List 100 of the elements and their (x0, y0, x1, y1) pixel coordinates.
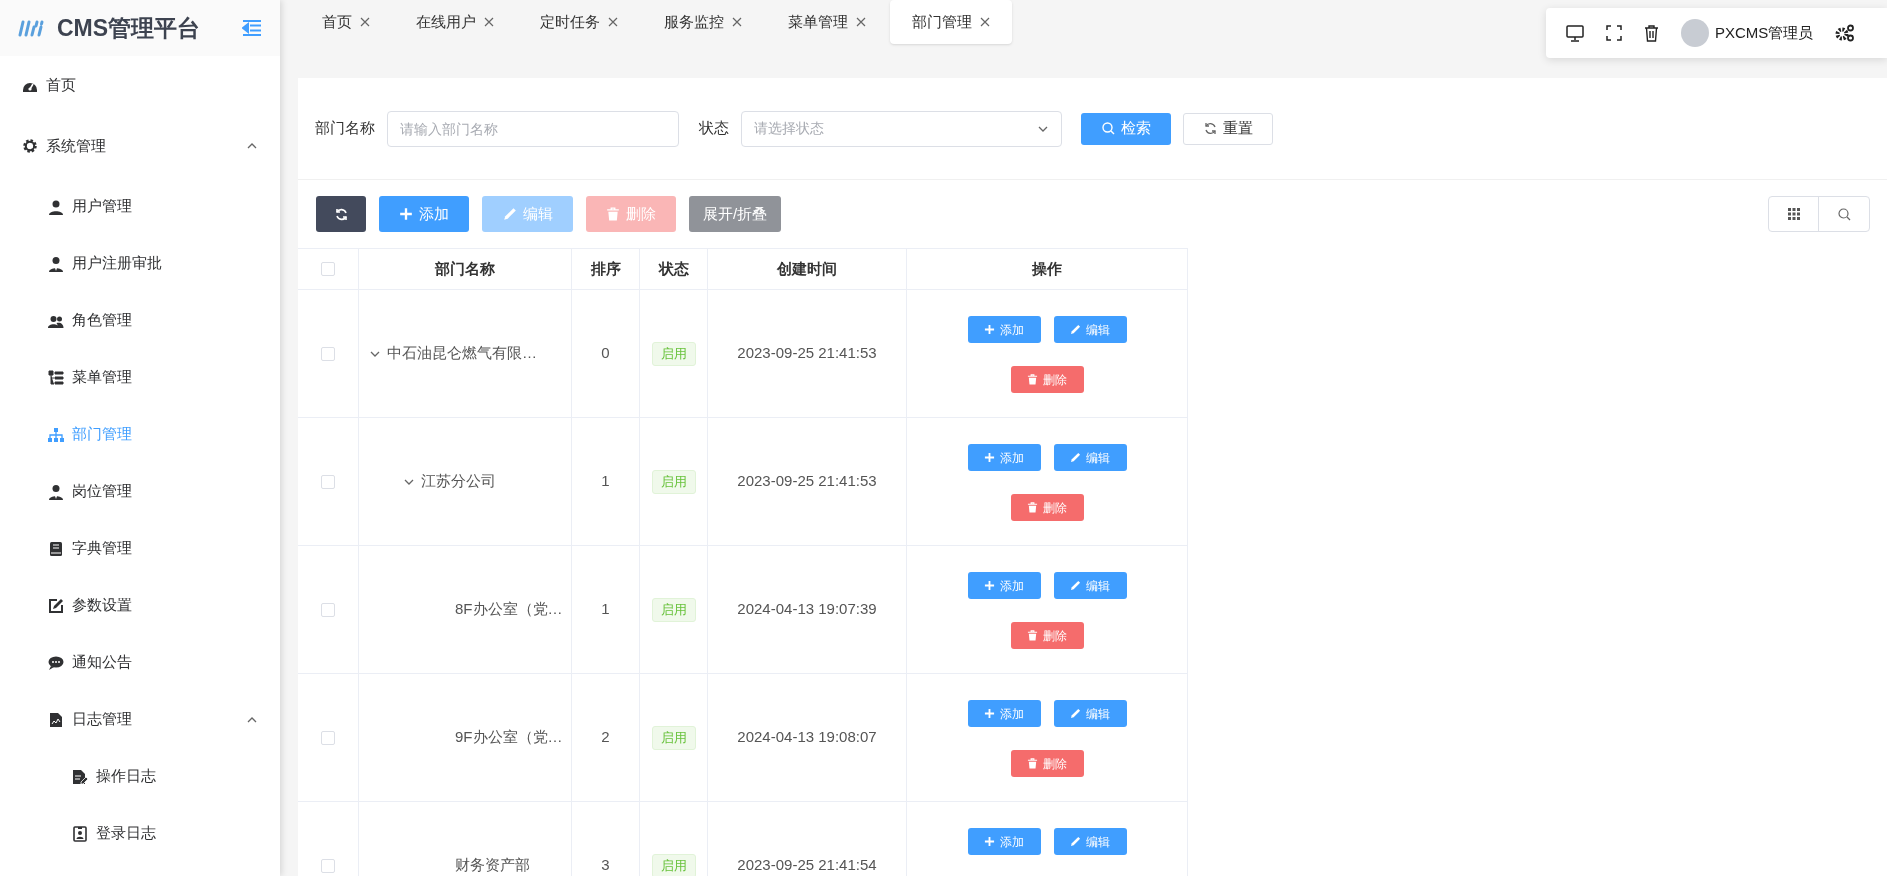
search-icon (1837, 207, 1851, 221)
table-cell-text: 9F办公室（党… (455, 727, 563, 748)
sidebar-item[interactable]: 角色管理 (0, 292, 280, 349)
monitor-icon (1566, 24, 1584, 42)
avatar[interactable] (1681, 19, 1709, 47)
column-header: 状态 (640, 249, 708, 289)
user-name[interactable]: PXCMS管理员 (1715, 21, 1814, 45)
pencil-icon (1070, 324, 1081, 335)
table-cell-text: 财务资产部 (455, 855, 530, 876)
pencil-icon (1070, 708, 1081, 719)
tab[interactable]: 在线用户 (394, 0, 516, 44)
search-icon (1101, 122, 1115, 135)
pencil-icon (1070, 580, 1081, 591)
trash-icon (1027, 630, 1038, 641)
plus-icon (984, 452, 995, 463)
collapse-menu-icon (242, 20, 262, 36)
sidebar-item[interactable]: 操作日志 (0, 748, 280, 805)
column-header: 操作 (907, 249, 1188, 289)
table-cell-text: 2024-04-13 19:07:39 (737, 599, 877, 620)
document-pen-icon (72, 768, 88, 785)
tab[interactable]: 部门管理 (890, 0, 1012, 44)
refresh-button[interactable] (316, 196, 366, 232)
column-header: 部门名称 (359, 249, 572, 289)
table-cell-text: 1 (601, 599, 610, 620)
sidebar-item[interactable]: 字典管理 (0, 520, 280, 577)
field-label: 状态 (699, 118, 729, 139)
list-tree-icon (48, 369, 64, 386)
table-cell-text: 2023-09-25 21:41:53 (737, 471, 877, 492)
tab[interactable]: 定时任务 (518, 0, 640, 44)
tab[interactable]: 菜单管理 (766, 0, 888, 44)
table-cell-text: 2024-04-13 19:08:07 (737, 727, 877, 748)
sitemap-icon (48, 426, 64, 443)
trash-icon (606, 207, 620, 221)
table-cell-text: 2023-09-25 21:41:53 (737, 343, 877, 364)
book-icon (48, 540, 64, 557)
id-badge-icon (72, 825, 88, 842)
table-cell-text: 2 (601, 727, 610, 748)
sidebar-item[interactable]: 系统管理 (0, 114, 280, 178)
trash-icon (1644, 24, 1659, 42)
field-label: 部门名称 (315, 118, 375, 139)
tab[interactable]: 服务监控 (642, 0, 764, 44)
close-icon (484, 17, 494, 27)
reset-button[interactable]: 重置 (1183, 112, 1273, 145)
sidebar-item[interactable]: 日志管理 (0, 691, 280, 748)
user-icon (48, 198, 64, 215)
grid-icon (1787, 208, 1800, 220)
sidebar-item[interactable]: 登录日志 (0, 805, 280, 862)
trash-icon (1027, 374, 1038, 385)
user-tie-icon (48, 255, 64, 272)
refresh-icon (334, 207, 348, 221)
checkbox[interactable] (321, 730, 335, 745)
checkbox[interactable] (321, 602, 335, 617)
speech-bubble-icon (48, 654, 64, 671)
checkbox[interactable] (321, 858, 335, 873)
checkbox[interactable] (321, 262, 335, 276)
table-cell-text: 江苏分公司 (421, 471, 496, 492)
document-chart-icon (48, 711, 64, 728)
user-tie-icon (48, 483, 64, 500)
sidebar-item[interactable]: 首页 (0, 56, 280, 114)
pencil-icon (1070, 452, 1081, 463)
plus-icon (984, 324, 995, 335)
column-header: 创建时间 (708, 249, 907, 289)
sidebar-item[interactable]: 参数设置 (0, 577, 280, 634)
plus-icon (984, 580, 995, 591)
sidebar-item[interactable]: 用户注册审批 (0, 235, 280, 292)
close-icon (980, 17, 990, 27)
plus-icon (984, 708, 995, 719)
plus-icon (399, 207, 413, 221)
sidebar-item[interactable]: 岗位管理 (0, 463, 280, 520)
sidebar-item[interactable]: 通知公告 (0, 634, 280, 691)
table-cell-text: 中石油昆仑燃气有限… (387, 343, 537, 364)
status-tag: 启用 (651, 725, 696, 750)
status-tag: 启用 (651, 853, 696, 876)
status-tag: 启用 (651, 469, 696, 494)
tab[interactable]: 首页 (300, 0, 392, 44)
table-cell-text: 0 (601, 343, 610, 364)
pencil-icon (1070, 836, 1081, 847)
checkbox[interactable] (321, 346, 335, 361)
fullscreen-icon (1606, 25, 1622, 41)
logo-text: CMS管理平台 (57, 13, 201, 43)
close-icon (856, 17, 866, 27)
close-icon (732, 17, 742, 27)
table-cell-text: 2023-09-25 21:41:54 (737, 855, 877, 876)
pencil-icon (502, 207, 517, 221)
edit-icon (48, 597, 64, 614)
logo-icon (17, 19, 45, 37)
input-field[interactable]: 请输入部门名称 (387, 110, 679, 147)
status-tag: 启用 (651, 597, 696, 622)
table-cell-text: 3 (601, 855, 610, 876)
trash-icon (1027, 502, 1038, 513)
close-icon (608, 17, 618, 27)
sidebar-item[interactable]: 菜单管理 (0, 349, 280, 406)
refresh-icon (1203, 122, 1217, 135)
table-cell-text: 1 (601, 471, 610, 492)
sidebar-item[interactable]: 用户管理 (0, 178, 280, 235)
checkbox[interactable] (321, 474, 335, 489)
gear-icon (22, 138, 38, 154)
status-tag: 启用 (651, 341, 696, 366)
column-header: 排序 (572, 249, 640, 289)
plus-icon (984, 836, 995, 847)
